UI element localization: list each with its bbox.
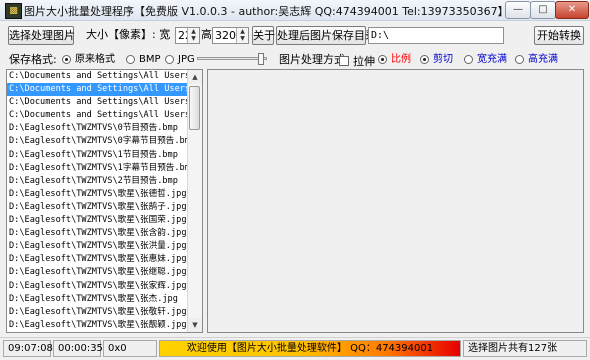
status-counter: 0x0 — [103, 340, 157, 357]
status-image-count: 选择图片共有127张 — [463, 340, 587, 357]
title-bar[interactable]: ▩ 图片大小批量处理程序【免费版 V1.0.0.3 - author:吴志辉 Q… — [0, 0, 590, 21]
file-list-item[interactable]: C:\Documents and Settings\All Users.WIN — [7, 96, 189, 109]
file-list-item[interactable]: D:\Eaglesoft\TWZMTVS\歌星\张杰.jpg — [7, 293, 189, 306]
mode-radio-fill-height[interactable]: 高充满 — [515, 53, 558, 66]
radio-dot[interactable] — [62, 55, 71, 64]
format-label: 原来格式 — [75, 54, 115, 65]
size-label: 大小【像素】: 宽 — [86, 28, 171, 41]
vertical-scrollbar[interactable]: ▲ ▼ — [187, 70, 202, 332]
jpg-quality-slider[interactable] — [197, 53, 267, 65]
height-spinner[interactable]: 320 ▲ ▼ — [212, 27, 249, 44]
save-directory-input[interactable]: D:\ — [368, 27, 504, 44]
client-area: 选择处理图片 大小【像素】: 宽 220 ▲▼ 高 320 ▲▼ 关于 处理后图… — [0, 21, 590, 360]
format-radio-jpg[interactable]: JPG — [165, 53, 195, 66]
file-list-item[interactable]: D:\Eaglesoft\TWZMTVS\歌星\张惠妹.jpg — [7, 253, 189, 266]
format-radio-bmp[interactable]: BMP — [126, 53, 161, 66]
file-list-item[interactable]: C:\Documents and Settings\All Users.WIN — [7, 83, 189, 97]
file-list-item[interactable]: D:\Eaglesoft\TWZMTVS\歌星\张鹄子.jpg — [7, 201, 189, 214]
status-bar: 09:07:08 00:00:35 0x0 欢迎使用【图片大小批量处理软件】 Q… — [0, 337, 590, 360]
file-list-item[interactable]: D:\Eaglesoft\TWZMTVS\0节目预告.bmp — [7, 122, 189, 135]
window-title: 图片大小批量处理程序【免费版 V1.0.0.3 - author:吴志辉 QQ:… — [24, 5, 509, 18]
radio-dot[interactable] — [165, 55, 174, 64]
maximize-button[interactable]: □ — [530, 1, 556, 19]
stretch-checkbox[interactable]: 拉伸 — [339, 53, 375, 69]
mode-label: 剪切 — [433, 54, 453, 65]
radio-dot[interactable] — [420, 55, 429, 64]
minimize-button[interactable]: — — [505, 1, 531, 19]
file-list-item[interactable]: D:\Eaglesoft\TWZMTVS\歌星\张国荣.jpg — [7, 214, 189, 227]
process-mode-label: 图片处理方式 — [279, 53, 345, 66]
radio-dot[interactable] — [126, 55, 135, 64]
slider-track[interactable] — [197, 57, 267, 60]
status-welcome-banner: 欢迎使用【图片大小批量处理软件】 QQ：474394001 — [159, 340, 461, 357]
mode-radio-crop[interactable]: 剪切 — [420, 53, 453, 66]
file-list-item[interactable]: D:\Eaglesoft\TWZMTVS\歌星\张靓颖.jpg — [7, 319, 189, 332]
file-list-item[interactable]: D:\Eaglesoft\TWZMTVS\歌星\张洪量.jpg — [7, 240, 189, 253]
file-list-item[interactable]: D:\Eaglesoft\TWZMTVS\歌星\张继聪.jpg — [7, 266, 189, 279]
height-spin-arrows[interactable]: ▲ ▼ — [236, 28, 248, 43]
height-value: 320 — [215, 29, 236, 42]
radio-dot[interactable] — [378, 55, 387, 64]
file-list-panel: C:\Documents and Settings\All Users.WINC… — [6, 69, 203, 333]
close-button[interactable]: ✕ — [555, 1, 589, 19]
file-list-item[interactable]: C:\Documents and Settings\All Users.WIN — [7, 70, 189, 83]
file-list-item[interactable]: D:\Eaglesoft\TWZMTVS\1节目预告.bmp — [7, 149, 189, 162]
mode-label: 宽充满 — [477, 54, 507, 65]
scroll-thumb[interactable] — [189, 86, 200, 130]
width-spinner[interactable]: 220 ▲▼ — [175, 27, 200, 44]
stretch-label: 拉伸 — [353, 55, 375, 68]
mode-label: 高充满 — [528, 54, 558, 65]
app-icon: ▩ — [5, 3, 22, 19]
mode-label: 比例 — [391, 54, 411, 65]
image-preview-area — [207, 69, 584, 333]
status-time: 09:07:08 — [3, 340, 53, 357]
select-images-button[interactable]: 选择处理图片 — [8, 26, 75, 45]
spin-up-icon[interactable]: ▲ — [237, 28, 248, 35]
start-convert-button[interactable]: 开始转换 — [534, 26, 584, 45]
checkbox-box[interactable] — [339, 56, 349, 66]
file-list[interactable]: C:\Documents and Settings\All Users.WINC… — [7, 70, 189, 332]
file-list-item[interactable]: D:\Eaglesoft\TWZMTVS\1字幕节目预告.bmp — [7, 162, 189, 175]
height-label: 高 — [201, 28, 212, 41]
slider-thumb[interactable] — [258, 53, 264, 65]
spin-down-icon[interactable]: ▼ — [188, 35, 199, 42]
file-list-item[interactable]: D:\Eaglesoft\TWZMTVS\歌星\张家辉.jpg — [7, 280, 189, 293]
spin-down-icon[interactable]: ▼ — [237, 35, 248, 42]
format-label: BMP — [139, 54, 161, 65]
file-list-item[interactable]: D:\Eaglesoft\TWZMTVS\0字幕节目预告.bmp — [7, 135, 189, 148]
save-format-label: 保存格式: — [9, 53, 57, 66]
file-list-item[interactable]: D:\Eaglesoft\TWZMTVS\歌星\张德哲.jpg — [7, 188, 189, 201]
spin-up-icon[interactable]: ▲ — [188, 28, 199, 35]
about-button[interactable]: 关于 — [252, 26, 275, 45]
save-directory-button[interactable]: 处理后图片保存目录 — [276, 26, 376, 45]
mode-radio-fill-width[interactable]: 宽充满 — [464, 53, 507, 66]
status-elapsed: 00:00:35 — [53, 340, 103, 357]
file-list-item[interactable]: D:\Eaglesoft\TWZMTVS\歌星\张含韵.jpg — [7, 227, 189, 240]
format-label: JPG — [178, 54, 195, 65]
file-list-item[interactable]: D:\Eaglesoft\TWZMTVS\2节目预告.bmp — [7, 175, 189, 188]
mode-radio-proportion[interactable]: 比例 — [378, 53, 411, 66]
radio-dot[interactable] — [464, 55, 473, 64]
scroll-up-icon[interactable]: ▲ — [188, 70, 202, 84]
width-spin-arrows[interactable]: ▲ ▼ — [187, 28, 199, 43]
format-radio-original[interactable]: 原来格式 — [62, 53, 115, 66]
scroll-down-icon[interactable]: ▼ — [188, 318, 202, 332]
file-list-item[interactable]: C:\Documents and Settings\All Users.WIN — [7, 109, 189, 122]
file-list-item[interactable]: D:\Eaglesoft\TWZMTVS\歌星\张敬轩.jpg — [7, 306, 189, 319]
radio-dot[interactable] — [515, 55, 524, 64]
